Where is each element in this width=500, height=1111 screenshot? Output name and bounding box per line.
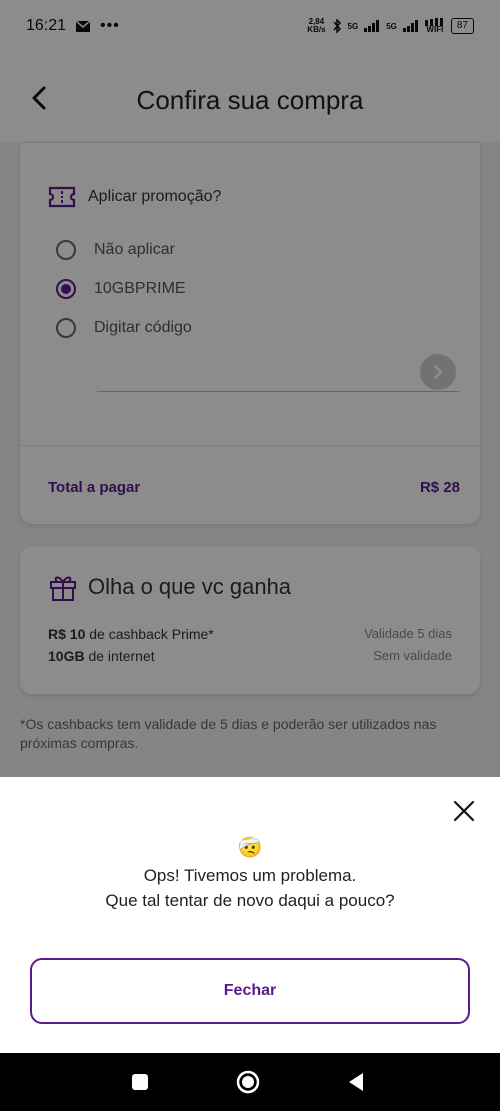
- bandage-face-emoji: 🤕: [237, 837, 263, 859]
- nav-recents-icon[interactable]: [128, 1070, 152, 1094]
- close-sheet-button[interactable]: Fechar: [30, 958, 470, 1024]
- error-line-1: Ops! Tivemos um problema.: [143, 866, 357, 885]
- error-line-2: Que tal tentar de novo daqui a pouco?: [105, 891, 395, 910]
- nav-home-icon[interactable]: [236, 1070, 260, 1094]
- close-icon[interactable]: [452, 799, 476, 823]
- system-nav-bar: [0, 1053, 500, 1111]
- nav-back-icon[interactable]: [344, 1070, 368, 1094]
- error-message: Ops! Tivemos um problema. Que tal tentar…: [0, 863, 500, 913]
- modal-overlay[interactable]: [0, 0, 500, 777]
- error-bottom-sheet: 🤕 Ops! Tivemos um problema. Que tal tent…: [0, 777, 500, 1053]
